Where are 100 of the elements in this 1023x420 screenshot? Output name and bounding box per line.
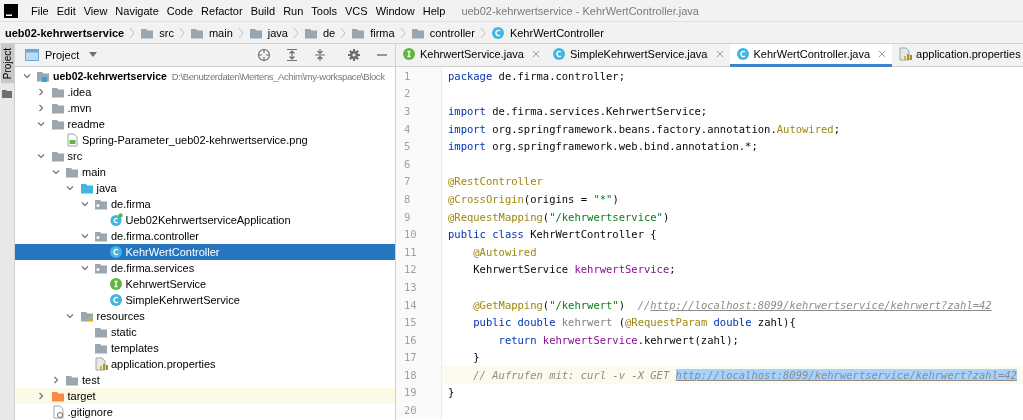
menu-item[interactable]: Edit: [52, 2, 80, 19]
properties-file-icon: [94, 357, 108, 371]
menu-item[interactable]: Build: [246, 2, 280, 19]
editor-tab[interactable]: SimpleKehrwertService.java: [545, 44, 730, 67]
collapse-all-icon[interactable]: [313, 48, 327, 62]
code-line: }: [448, 386, 455, 399]
code-line: return kehrwertService.kehrwert(zahl);: [497, 333, 739, 346]
line-number: 3: [396, 102, 442, 120]
tree-item[interactable]: SimpleKehrwertService: [15, 292, 395, 308]
chevron-down-icon: [50, 167, 61, 177]
tree-item[interactable]: KehrwertService: [15, 276, 395, 292]
tree-item[interactable]: .mvn: [15, 100, 395, 116]
tree-item-label: ueb02-kehrwertservice: [53, 68, 167, 84]
tree-item[interactable]: resources: [15, 308, 395, 324]
folder-icon: [94, 341, 108, 355]
tree-item[interactable]: Ueb02KehrwertserviceApplication: [15, 212, 395, 228]
settings-icon[interactable]: [347, 48, 361, 62]
folder-icon: [65, 165, 79, 179]
line-number: 13: [396, 278, 442, 296]
tree-item[interactable]: templates: [15, 340, 395, 356]
tree-item[interactable]: readme: [15, 116, 395, 132]
code-line: }: [472, 351, 480, 364]
folder-icon: [94, 325, 108, 339]
close-icon[interactable]: [531, 50, 540, 58]
close-icon[interactable]: [715, 50, 724, 58]
class-icon: [490, 25, 505, 40]
folder-icon: [50, 389, 65, 403]
menu-item[interactable]: Tools: [307, 2, 341, 19]
tree-item[interactable]: de.firma.controller: [15, 228, 395, 244]
breadcrumb-item[interactable]: src: [159, 24, 174, 41]
line-number: 5: [396, 137, 442, 155]
class-icon: [735, 47, 750, 61]
tree-item[interactable]: de.firma: [15, 196, 395, 212]
package-folder-icon: [94, 229, 108, 243]
folder-icon: [1, 88, 13, 101]
tree-item[interactable]: application.properties: [15, 356, 395, 372]
menu-item[interactable]: File: [27, 2, 53, 19]
breadcrumb-item[interactable]: ueb02-kehrwertservice: [5, 24, 125, 41]
class-icon: [551, 47, 566, 61]
menu-item[interactable]: Run: [279, 2, 308, 19]
menu-item[interactable]: Window: [371, 2, 419, 19]
breadcrumb-item[interactable]: firma: [370, 24, 395, 41]
menu-item[interactable]: VCS: [341, 2, 372, 19]
panel-title[interactable]: Project: [45, 49, 80, 61]
code-line: @RequestMapping("/kehrwertservice"): [448, 210, 670, 223]
tree-item[interactable]: de.firma.services: [15, 260, 395, 276]
breadcrumb-item[interactable]: main: [208, 24, 233, 41]
crosshair-icon[interactable]: [257, 48, 271, 62]
project-path: D:\Benutzerdaten\Mertens_Achim\my-workspace\Block: [171, 69, 385, 84]
code-line: @CrossOrigin(origins = "*"): [448, 192, 619, 205]
class-icon: [108, 293, 123, 307]
editor-tab[interactable]: KehrWertController.java: [729, 44, 893, 67]
tree-item[interactable]: .gitignore: [15, 404, 395, 420]
tree-item[interactable]: static: [15, 324, 395, 340]
package-folder-icon: [94, 197, 108, 211]
editor-tab[interactable]: application.properties: [892, 44, 1023, 67]
image-file-icon: [65, 133, 79, 147]
tree-item[interactable]: test: [15, 372, 395, 388]
code-line: import org.springframework.web.bind.annotation.*;: [448, 140, 758, 153]
menu-item[interactable]: Help: [418, 2, 450, 19]
breadcrumb-item[interactable]: KehrWertController: [509, 24, 604, 41]
chevron-down-icon: [79, 231, 90, 241]
file-icon: [50, 405, 65, 419]
menu-item[interactable]: Code: [162, 2, 198, 19]
chevron-down-icon: [65, 183, 75, 193]
tree-item[interactable]: KehrWertController: [15, 244, 395, 260]
tree-item[interactable]: src: [15, 148, 395, 164]
breadcrumb-item[interactable]: java: [267, 24, 288, 41]
tree-item[interactable]: target: [15, 388, 395, 404]
chevron-down-icon: [79, 263, 90, 273]
class-icon: [108, 245, 123, 259]
folder-icon: [50, 117, 65, 131]
tree-item[interactable]: ueb02-kehrwertservice D:\Benutzerdaten\Mertens_Achim\my-workspace\Block: [15, 68, 395, 84]
line-number: 18: [396, 366, 442, 384]
tree-item[interactable]: java: [15, 180, 395, 196]
chevron-down-icon: [65, 311, 75, 321]
code-link[interactable]: http://localhost:8099/kehrwertservice/kehrwert?zahl=42: [650, 298, 992, 311]
expand-all-icon[interactable]: [285, 48, 299, 62]
tree-item[interactable]: Spring-Parameter_ueb02-kehrwertservice.png: [15, 132, 395, 148]
editor-tab[interactable]: KehrwertService.java: [396, 44, 546, 67]
class-icon: [108, 213, 123, 227]
breadcrumb-item[interactable]: controller: [429, 24, 475, 41]
code-line: import de.firma.services.KehrwertService;: [448, 105, 708, 117]
menu-item[interactable]: View: [79, 2, 112, 19]
menu-item[interactable]: Refactor: [197, 2, 247, 19]
line-number: 1: [396, 67, 442, 85]
chevron-icon: [129, 26, 136, 39]
code-line: public double kehrwert (@RequestParam double zahl){: [472, 316, 796, 329]
folder-icon: [50, 85, 65, 99]
tree-item[interactable]: .idea: [15, 84, 395, 100]
close-icon[interactable]: [878, 50, 887, 58]
code-line: public class KehrWertController {: [448, 228, 657, 241]
caret-icon: [89, 52, 98, 58]
project-tool-tab[interactable]: Project: [0, 44, 14, 84]
tree-item[interactable]: main: [15, 164, 395, 180]
menu-item[interactable]: Navigate: [111, 2, 163, 19]
folder-icon: [50, 101, 65, 115]
code-line: @RestController: [448, 175, 543, 188]
breadcrumb-item[interactable]: de: [322, 24, 336, 41]
chevron-icon: [178, 26, 185, 39]
